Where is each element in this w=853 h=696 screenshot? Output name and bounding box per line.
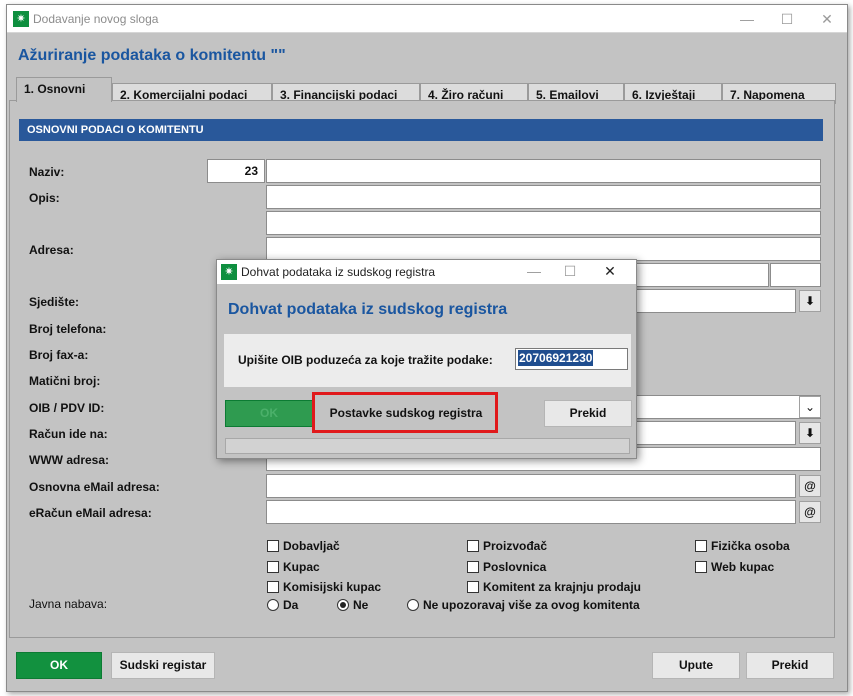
label-osnovna-email: Osnovna eMail adresa: [29,480,160,494]
checkbox-komisijski-kupac[interactable]: Komisijski kupac [267,580,381,594]
checkbox-box [267,581,279,593]
label-adresa: Adresa: [29,243,74,257]
checkbox-box [695,540,707,552]
dialog-title: Dohvat podataka iz sudskog registra [241,265,436,279]
radio-da[interactable]: Da [267,598,298,612]
checkbox-label: Fizička osoba [711,539,790,553]
radio-label: Ne upozoravaj više za ovog komitenta [423,598,640,612]
dialog-app-icon: ✷ [221,264,237,280]
close-button[interactable]: ✕ [807,7,847,31]
label-eracun-email: eRačun eMail adresa: [29,506,152,520]
label-maticni-broj: Matični broj: [29,374,101,388]
section-header: OSNOVNI PODACI O KOMITENTU [19,119,823,141]
radio-ne-upozoravaj[interactable]: Ne upozoravaj više za ovog komitenta [407,598,640,612]
checkbox-label: Poslovnica [483,560,547,574]
checkbox-kupac[interactable]: Kupac [267,560,320,574]
checkbox-box [467,561,479,573]
label-opis: Opis: [29,191,60,205]
radio-dot [267,599,279,611]
checkbox-label: Proizvođač [483,539,548,553]
opis-field-1[interactable] [266,185,821,209]
eracun-email-field[interactable] [266,500,796,524]
radio-label: Ne [353,598,369,612]
radio-dot [407,599,419,611]
page-title: Ažuriranje podataka o komitentu "" [18,47,286,64]
checkbox-label: Kupac [283,560,320,574]
racun-lookup-button[interactable]: ⬇ [799,422,821,444]
dialog-titlebar: ✷ Dohvat podataka iz sudskog registra — … [217,260,636,284]
checkbox-dobavljac[interactable]: Dobavljač [267,539,340,553]
sudski-registar-dialog: ✷ Dohvat podataka iz sudskog registra — … [216,259,637,459]
checkbox-label: Komisijski kupac [283,580,382,594]
checkbox-box [467,540,479,552]
dialog-input-panel: Upišite OIB poduzeća za koje tražite pod… [224,334,631,387]
opis-field-2[interactable] [266,211,821,235]
checkbox-web-kupac[interactable]: Web kupac [695,560,774,574]
app-logo-icon: ✷ [13,11,29,27]
dialog-close-button[interactable]: ✕ [592,260,628,282]
label-oib: OIB / PDV ID: [29,401,105,415]
checkbox-label: Dobavljač [283,539,340,553]
dialog-prompt-label: Upišite OIB poduzeća za koje tražite pod… [238,353,493,367]
radio-ne[interactable]: Ne [337,598,368,612]
checkbox-box [267,540,279,552]
ok-button[interactable]: OK [16,652,102,679]
label-racun-ide-na: Račun ide na: [29,427,108,441]
dialog-minimize-button[interactable]: — [516,260,552,282]
label-broj-fax: Broj fax-a: [29,348,89,362]
naziv-field[interactable] [266,159,821,183]
label-sjediste: Sjedište: [29,295,80,309]
naziv-code-field[interactable]: 23 [207,159,265,183]
window-title: Dodavanje novog sloga [33,12,159,26]
checkbox-poslovnica[interactable]: Poslovnica [467,560,546,574]
eracun-email-at-icon[interactable]: @ [799,501,821,523]
dialog-heading: Dohvat podataka iz sudskog registra [228,301,508,318]
adresa-field[interactable] [266,237,821,261]
oib-search-input[interactable]: 20706921230 [515,348,628,370]
osnovna-email-field[interactable] [266,474,796,498]
checkbox-proizvodac[interactable]: Proizvođač [467,539,547,553]
prekid-button[interactable]: Prekid [746,652,834,679]
tab-osnovni[interactable]: 1. Osnovni [16,77,112,102]
adresa-extra-field[interactable] [770,263,821,287]
dialog-ok-button[interactable]: OK [225,400,313,427]
checkbox-box [467,581,479,593]
dialog-prekid-button[interactable]: Prekid [544,400,632,427]
label-www: WWW adresa: [29,453,110,467]
dialog-status-bar [225,438,630,454]
checkbox-box [695,561,707,573]
radio-dot-selected [337,599,349,611]
oib-dropdown-chevron-icon[interactable]: ⌄ [799,396,821,418]
minimize-button[interactable]: — [727,7,767,31]
dialog-maximize-button[interactable]: ☐ [552,260,588,282]
maximize-button[interactable]: ☐ [767,7,807,31]
checkbox-box [267,561,279,573]
radio-label: Da [283,598,299,612]
sudski-registar-button[interactable]: Sudski registar [111,652,215,679]
upute-button[interactable]: Upute [652,652,740,679]
oib-search-value: 20706921230 [518,350,594,366]
main-titlebar: ✷ Dodavanje novog sloga — ☐ ✕ [7,5,847,33]
checkbox-label: Komitent za krajnju prodaju [483,580,642,594]
sjediste-lookup-button[interactable]: ⬇ [799,290,821,312]
checkbox-komitent-krajnja-prodaja[interactable]: Komitent za krajnju prodaju [467,580,641,594]
checkbox-fizicka-osoba[interactable]: Fizička osoba [695,539,790,553]
checkbox-label: Web kupac [711,560,775,574]
postavke-sudskog-registra-button[interactable]: Postavke sudskog registra [316,400,496,427]
label-broj-telefona: Broj telefona: [29,322,107,336]
label-naziv: Naziv: [29,165,65,179]
label-javna-nabava: Javna nabava: [29,597,108,611]
osnovna-email-at-icon[interactable]: @ [799,475,821,497]
